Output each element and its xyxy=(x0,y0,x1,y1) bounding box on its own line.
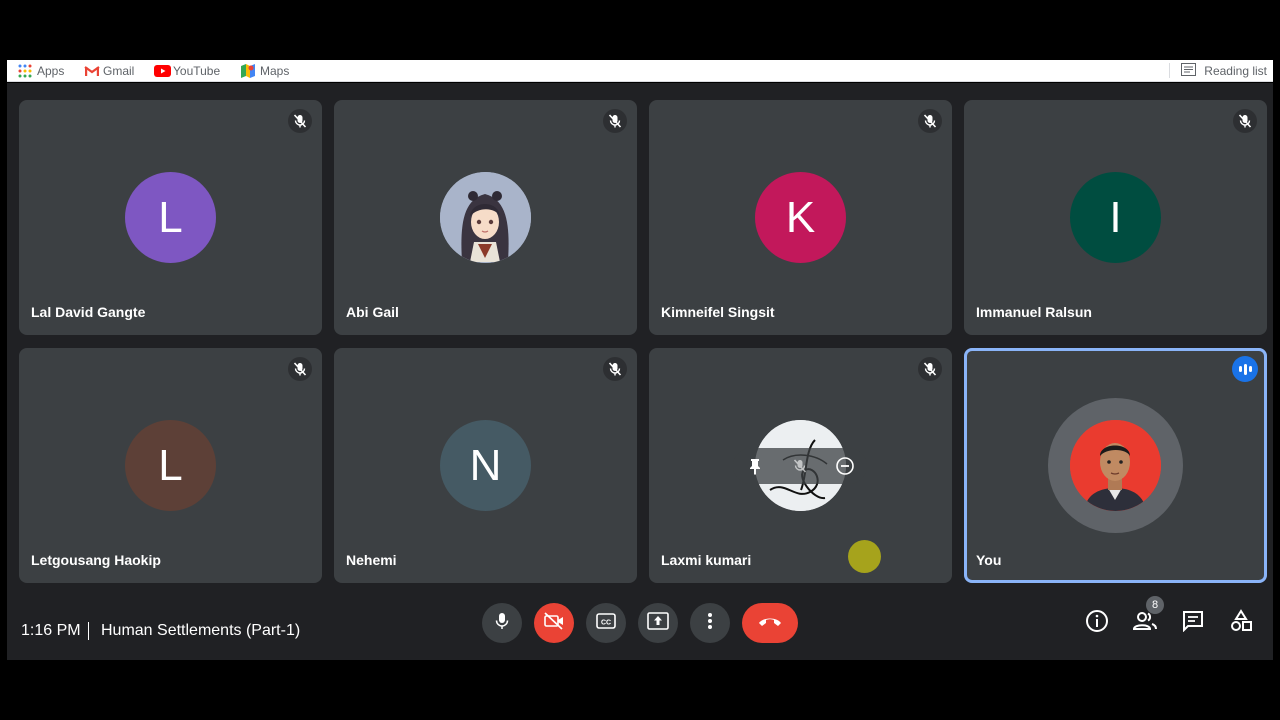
activities-button[interactable] xyxy=(1227,608,1255,638)
svg-text:CC: CC xyxy=(601,619,611,626)
divider xyxy=(88,622,89,640)
cursor-highlight xyxy=(848,540,881,573)
meeting-title: Human Settlements (Part-1) xyxy=(101,622,301,639)
participant-name: Lal David Gangte xyxy=(31,304,146,320)
mute-participant-icon[interactable] xyxy=(786,452,814,480)
mic-off-icon xyxy=(288,109,312,133)
apps-grid-icon xyxy=(18,64,32,78)
participant-name: Kimneifel Singsit xyxy=(661,304,775,320)
people-count-badge: 8 xyxy=(1146,596,1164,614)
avatar: L xyxy=(125,172,216,263)
participant-name: Laxmi kumari xyxy=(661,552,752,568)
mic-off-icon xyxy=(918,109,942,133)
bookmark-label: Maps xyxy=(260,63,290,78)
participant-tile-self[interactable]: You xyxy=(964,348,1267,583)
reading-list-label: Reading list xyxy=(1204,63,1267,78)
camera-off-button[interactable] xyxy=(534,603,574,643)
remove-participant-icon[interactable] xyxy=(831,452,859,480)
participant-tile[interactable]: K Kimneifel Singsit xyxy=(649,100,952,335)
more-vert-icon xyxy=(707,612,713,635)
pin-icon[interactable] xyxy=(741,452,769,480)
avatar: I xyxy=(1070,172,1161,263)
mic-off-icon xyxy=(918,357,942,381)
bookmark-label: Apps xyxy=(37,63,65,78)
info-icon xyxy=(1085,609,1109,638)
microphone-button[interactable] xyxy=(482,603,522,643)
bookmark-maps[interactable]: Maps xyxy=(241,60,289,81)
participant-name: Nehemi xyxy=(346,552,397,568)
bookmark-gmail[interactable]: Gmail xyxy=(84,60,134,81)
maps-icon xyxy=(241,63,255,78)
participant-name: Letgousang Haokip xyxy=(31,552,161,568)
bottom-control-bar: 1:16 PM Human Settlements (Part-1) CC 8 xyxy=(7,596,1273,661)
meet-window: L Lal David Gangte Abi Gail K Kimneifel … xyxy=(7,83,1273,660)
participant-tile[interactable]: N Nehemi xyxy=(334,348,637,583)
mic-off-icon xyxy=(603,109,627,133)
microphone-icon xyxy=(494,612,510,635)
participant-tile[interactable]: L Letgousang Haokip xyxy=(19,348,322,583)
bookmark-label: YouTube xyxy=(173,63,221,78)
chat-button[interactable] xyxy=(1179,609,1207,637)
participant-tile[interactable]: L Lal David Gangte xyxy=(19,100,322,335)
participant-tile[interactable]: Laxmi kumari xyxy=(649,348,952,583)
meeting-details-button[interactable] xyxy=(1083,609,1111,637)
reading-list-button[interactable]: Reading list xyxy=(1169,60,1267,81)
present-screen-button[interactable] xyxy=(638,603,678,643)
participant-tile[interactable]: Abi Gail xyxy=(334,100,637,335)
self-avatar xyxy=(1070,420,1161,511)
reading-list-icon xyxy=(1181,62,1197,79)
bookmark-youtube[interactable]: YouTube xyxy=(154,60,220,81)
anime-girl-avatar xyxy=(440,172,531,263)
avatar: K xyxy=(755,172,846,263)
present-screen-icon xyxy=(647,611,669,635)
mic-off-icon xyxy=(1233,109,1257,133)
participant-tile[interactable]: I Immanuel Ralsun xyxy=(964,100,1267,335)
video-off-icon xyxy=(543,611,565,635)
avatar: L xyxy=(125,420,216,511)
leave-call-button[interactable] xyxy=(742,603,798,643)
mic-off-icon xyxy=(288,357,312,381)
closed-captions-icon: CC xyxy=(596,612,616,634)
bookmarks-bar: Apps Gmail YouTube Maps Reading list xyxy=(7,60,1273,82)
participant-name: You xyxy=(976,552,1002,568)
participant-name: Abi Gail xyxy=(346,304,399,320)
youtube-icon xyxy=(154,64,171,78)
end-call-icon xyxy=(757,614,783,632)
mic-off-icon xyxy=(603,357,627,381)
more-options-button[interactable] xyxy=(690,603,730,643)
tile-hover-controls xyxy=(733,448,867,484)
gmail-icon xyxy=(84,64,100,78)
participant-name: Immanuel Ralsun xyxy=(976,304,1092,320)
bookmark-apps[interactable]: Apps xyxy=(18,60,64,81)
avatar: N xyxy=(440,420,531,511)
captions-button[interactable]: CC xyxy=(586,603,626,643)
meeting-time: 1:16 PM xyxy=(21,622,81,639)
chat-icon xyxy=(1181,610,1205,637)
bookmark-label: Gmail xyxy=(103,63,135,78)
speaking-indicator-icon xyxy=(1232,356,1258,382)
activities-shapes-icon xyxy=(1229,608,1253,638)
